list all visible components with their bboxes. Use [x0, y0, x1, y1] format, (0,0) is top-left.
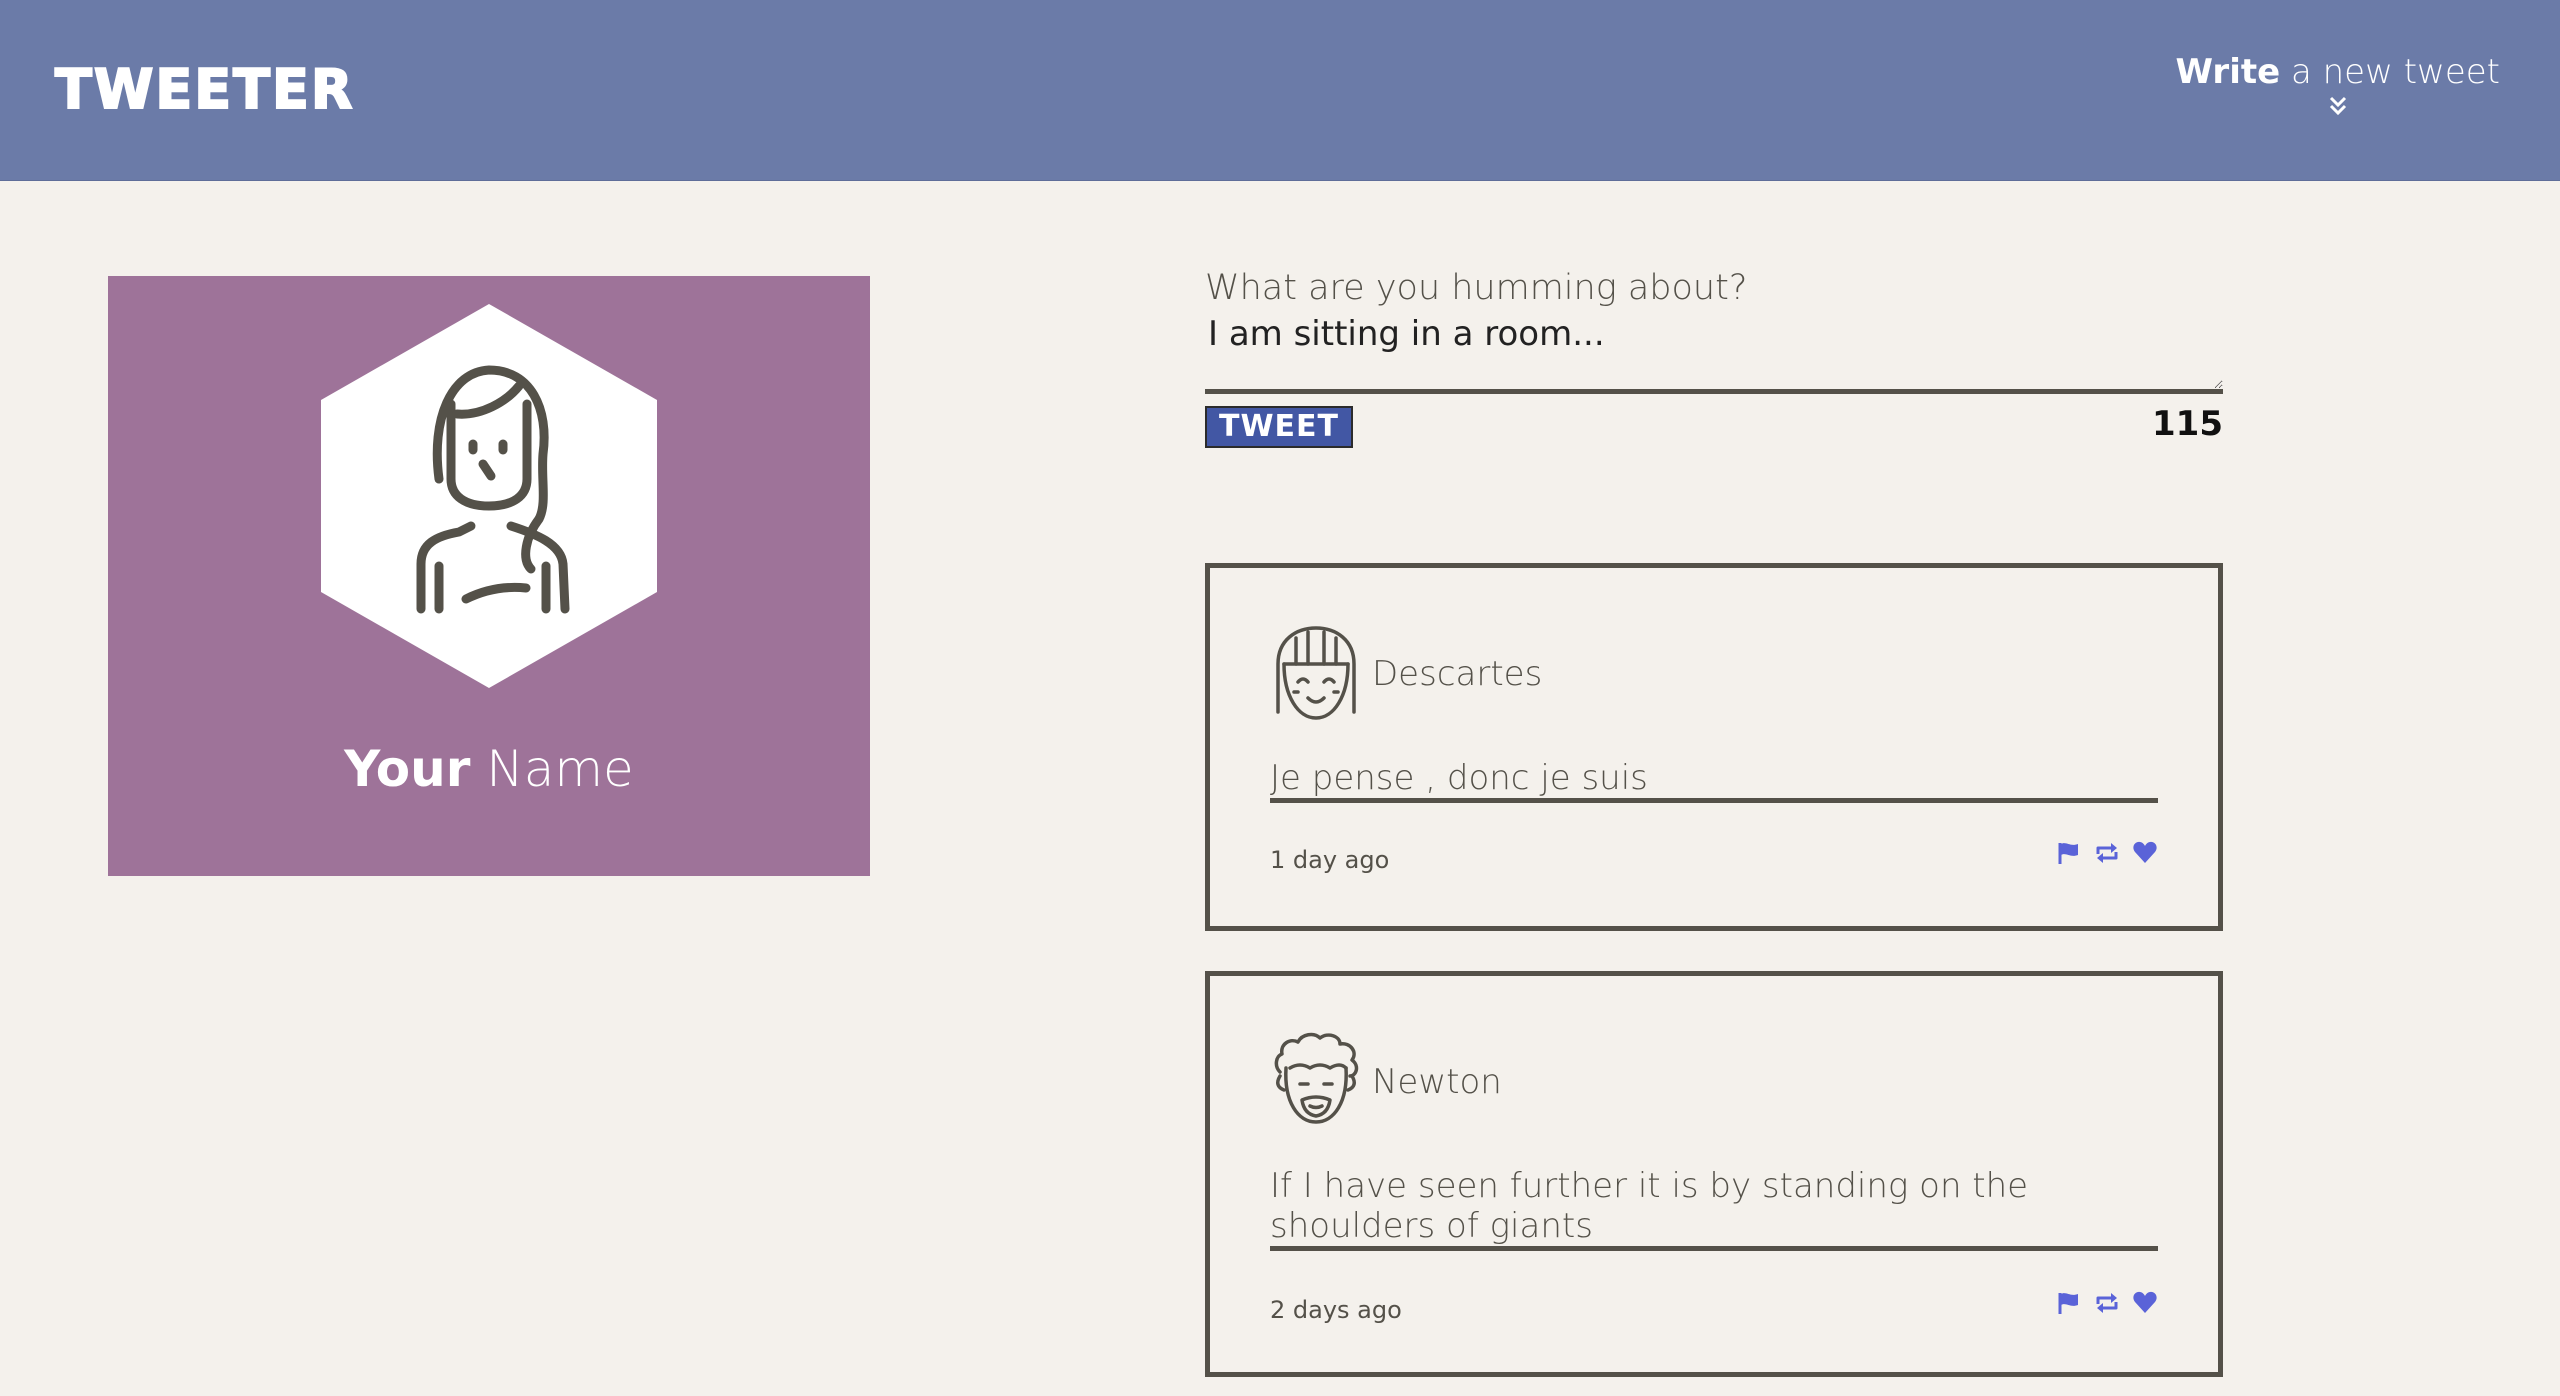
write-new-tweet-label[interactable]: Write a new tweet	[2176, 52, 2500, 92]
tweet-content: Je pense , donc je suis	[1270, 758, 2158, 803]
tweet-actions	[2056, 1290, 2158, 1316]
tweet-card: Newton If I have seen further it is by s…	[1205, 971, 2223, 1377]
top-nav: TWEETER Write a new tweet	[0, 0, 2560, 180]
tweet-author[interactable]: Newton	[1372, 1062, 1502, 1102]
tweet-content: If I have seen further it is by standing…	[1270, 1166, 2158, 1251]
write-label-rest: a new tweet	[2280, 52, 2500, 92]
tweet-textarea[interactable]: I am sitting in a room...	[1205, 314, 2223, 394]
tweet-card: Descartes Je pense , donc je suis 1 day …	[1205, 563, 2223, 931]
curly-hair-man-avatar-icon	[1274, 1032, 1359, 1124]
profile-card: Your Name	[108, 276, 870, 876]
write-new-tweet-toggle[interactable]: Write a new tweet	[2176, 52, 2500, 118]
flag-icon[interactable]	[2056, 840, 2082, 866]
composer-label: What are you humming about?	[1205, 268, 1748, 308]
tweet-footer: 2 days ago	[1270, 1290, 2158, 1330]
flag-icon[interactable]	[2056, 1290, 2082, 1316]
woman-avatar-icon	[321, 304, 657, 688]
tweet-footer: 1 day ago	[1270, 840, 2158, 880]
retweet-icon[interactable]	[2094, 840, 2120, 866]
heart-icon[interactable]	[2132, 840, 2158, 866]
heart-icon[interactable]	[2132, 1290, 2158, 1316]
composer-controls: TWEET 115	[1205, 400, 2223, 454]
profile-name: Your Name	[108, 740, 870, 798]
tweet-composer: What are you humming about? I am sitting…	[1205, 268, 2223, 454]
tweet-header: Newton	[1270, 1032, 1502, 1132]
smiling-girl-avatar-icon	[1276, 626, 1356, 720]
tweet-timestamp: 1 day ago	[1270, 846, 1390, 874]
profile-name-bold: Your	[344, 740, 471, 798]
retweet-icon[interactable]	[2094, 1290, 2120, 1316]
profile-name-rest: Name	[470, 740, 634, 798]
tweet-header: Descartes	[1270, 624, 1542, 724]
write-label-bold: Write	[2175, 52, 2281, 92]
tweet-actions	[2056, 840, 2158, 866]
tweet-submit-button[interactable]: TWEET	[1205, 406, 1354, 448]
double-chevron-down-icon[interactable]	[2326, 94, 2350, 118]
brand-logo[interactable]: TWEETER	[54, 57, 354, 122]
character-counter: 115	[2152, 404, 2223, 444]
tweet-author[interactable]: Descartes	[1372, 654, 1542, 694]
tweet-timestamp: 2 days ago	[1270, 1296, 1402, 1324]
